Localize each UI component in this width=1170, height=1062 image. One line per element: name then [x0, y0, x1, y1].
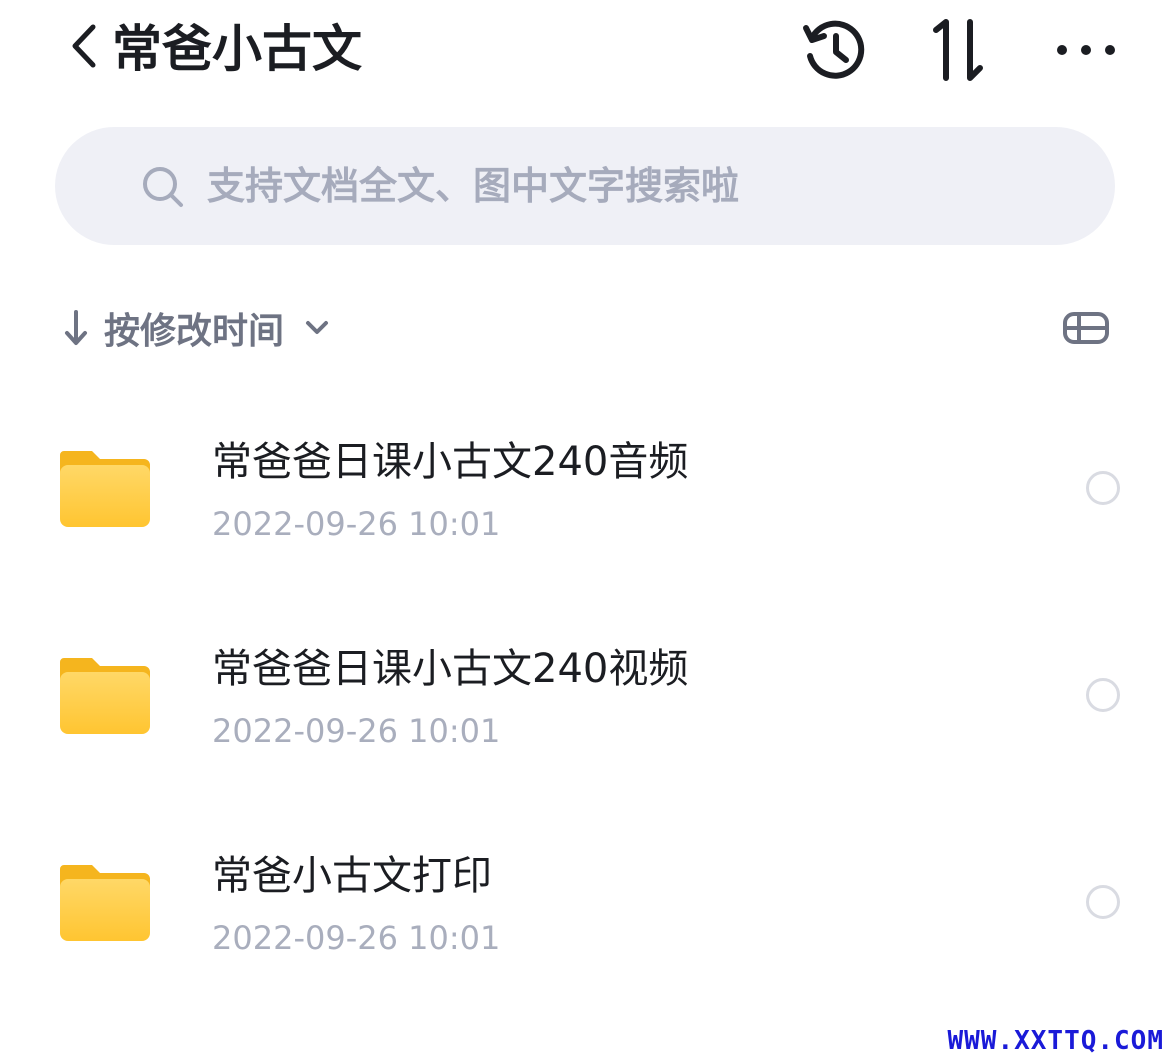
page-title: 常爸小古文: [112, 20, 362, 78]
folder-icon: [60, 865, 150, 941]
watermark: WWW.XXTTQ.COM: [947, 1026, 1164, 1056]
back-button[interactable]: [60, 16, 108, 76]
select-radio[interactable]: [1086, 471, 1120, 505]
more-button[interactable]: [1050, 14, 1122, 86]
history-button[interactable]: [798, 14, 870, 86]
sort-dropdown[interactable]: 按修改时间: [62, 300, 330, 356]
select-radio[interactable]: [1086, 885, 1120, 919]
arrow-down-icon: [65, 310, 87, 345]
sort-button[interactable]: [922, 14, 994, 86]
file-modified-time: 2022-09-26 10:01: [212, 919, 501, 957]
select-radio[interactable]: [1086, 678, 1120, 712]
history-icon: [803, 20, 865, 79]
chevron-down-icon: [306, 321, 329, 334]
sort-label: 按修改时间: [104, 311, 285, 352]
search-icon: [143, 167, 183, 207]
file-modified-time: 2022-09-26 10:01: [212, 505, 501, 543]
folder-icon: [60, 451, 150, 527]
folder-icon: [60, 658, 150, 734]
file-name: 常爸爸日课小古文240音频: [212, 439, 689, 485]
list-view-icon: [1063, 312, 1109, 344]
file-name: 常爸爸日课小古文240视频: [212, 646, 689, 692]
header-bar: 常爸小古文: [0, 0, 1170, 100]
search-bar[interactable]: [55, 127, 1115, 245]
list-item[interactable]: 常爸爸日课小古文240音频 2022-09-26 10:01: [0, 383, 1170, 590]
layout-toggle-button[interactable]: [1060, 304, 1112, 352]
chevron-left-icon: [72, 24, 96, 68]
more-icon: [1057, 45, 1115, 55]
file-modified-time: 2022-09-26 10:01: [212, 712, 501, 750]
file-browser-page: 常爸小古文 支持文档全文、图中文字搜索啦 按修改时间 常爸爸日课小古文240音频…: [0, 0, 1170, 1062]
list-item[interactable]: 常爸爸日课小古文240视频 2022-09-26 10:01: [0, 590, 1170, 797]
file-list: 常爸爸日课小古文240音频 2022-09-26 10:01 常爸爸日课小古文2…: [0, 383, 1170, 1004]
file-name: 常爸小古文打印: [212, 853, 492, 899]
sort-icon: [933, 19, 983, 81]
search-input[interactable]: [205, 163, 1109, 209]
list-item[interactable]: 常爸小古文打印 2022-09-26 10:01: [0, 797, 1170, 1004]
